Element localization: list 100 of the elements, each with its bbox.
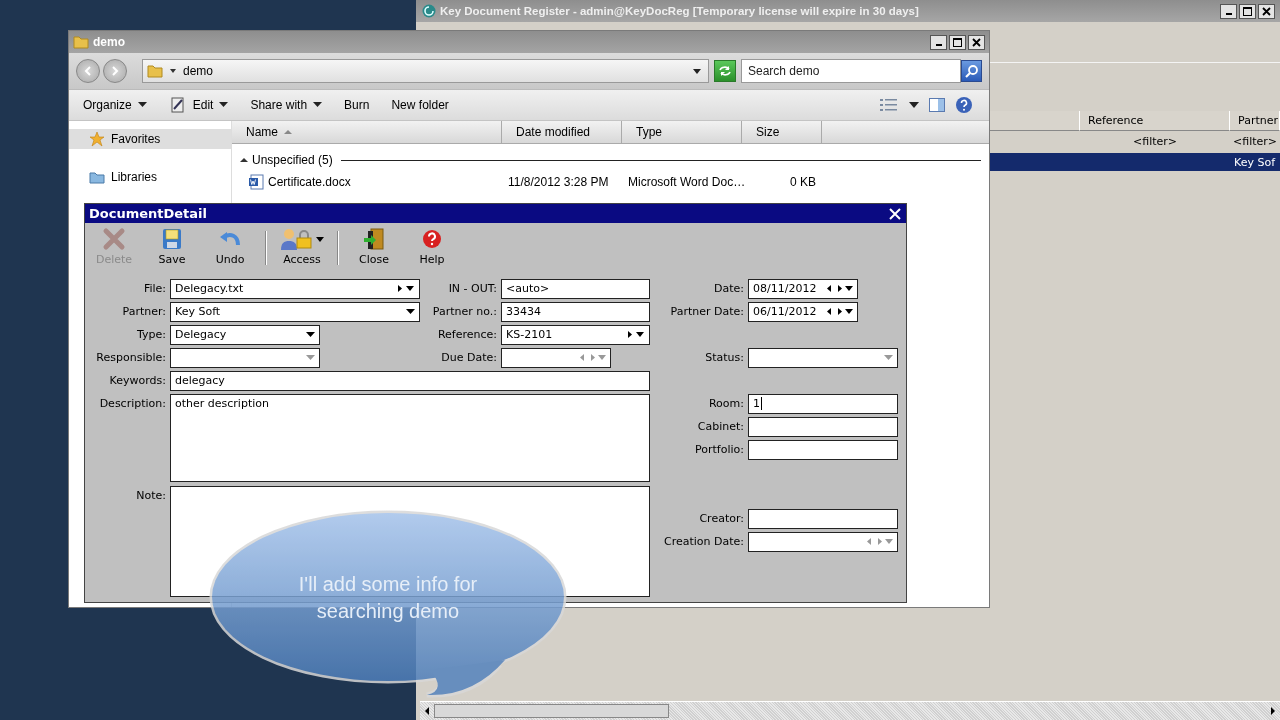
input-field[interactable] bbox=[748, 439, 898, 460]
input-field[interactable]: 33434 bbox=[501, 301, 650, 322]
date-arrows-icon[interactable] bbox=[826, 307, 853, 316]
access-button[interactable]: Access bbox=[273, 226, 331, 270]
column-header[interactable]: Date modified bbox=[502, 121, 622, 143]
preview-pane-icon[interactable] bbox=[929, 98, 945, 112]
date-field[interactable] bbox=[501, 347, 611, 368]
field-label: Partner no.: bbox=[432, 305, 498, 318]
undo-button[interactable]: Undo bbox=[201, 226, 259, 270]
save-button[interactable]: Save bbox=[143, 226, 201, 270]
close-button[interactable] bbox=[968, 34, 985, 50]
next-and-dropdown-arrows-icon[interactable] bbox=[397, 284, 415, 293]
column-header[interactable]: Name bbox=[232, 121, 502, 143]
nav-item[interactable]: Favorites bbox=[69, 129, 231, 149]
help-icon bbox=[421, 228, 443, 250]
caret-icon bbox=[137, 102, 147, 108]
minimize-icon bbox=[1225, 13, 1232, 15]
toolbar-button[interactable]: Share with bbox=[244, 96, 329, 114]
callout-text: I'll add some info for searching demo bbox=[297, 572, 479, 624]
caret-icon bbox=[316, 236, 324, 242]
field-label: Due Date: bbox=[441, 351, 498, 364]
help-button[interactable]: Help bbox=[403, 226, 461, 270]
folder-icon bbox=[73, 34, 89, 50]
refresh-button[interactable] bbox=[714, 60, 736, 82]
input-field[interactable]: 1 bbox=[748, 393, 898, 414]
filter-cell[interactable]: <filter> bbox=[1080, 131, 1230, 151]
field-label: File: bbox=[143, 282, 167, 295]
text-area[interactable]: other description bbox=[170, 394, 650, 482]
date-field[interactable]: 06/11/2012 bbox=[748, 301, 858, 322]
filter-cell[interactable]: <filter> bbox=[1230, 131, 1280, 151]
view-options-icon[interactable] bbox=[879, 98, 899, 112]
file-name[interactable]: Certificate.docx bbox=[268, 175, 351, 189]
minimize-icon bbox=[935, 44, 942, 46]
close-icon bbox=[1262, 6, 1271, 16]
field-label: Creator: bbox=[699, 512, 745, 525]
door-exit-icon bbox=[362, 227, 386, 251]
column-header[interactable]: Type bbox=[622, 121, 742, 143]
nav-item[interactable]: Libraries bbox=[69, 167, 231, 187]
caret-icon[interactable] bbox=[692, 67, 702, 75]
caret-icon[interactable] bbox=[909, 101, 919, 109]
date-field[interactable]: 08/11/2012 bbox=[748, 278, 858, 299]
field-label: Reference: bbox=[437, 328, 498, 341]
collapse-arrow-icon[interactable] bbox=[240, 157, 248, 163]
dropdown-field[interactable]: Delegacy bbox=[170, 324, 320, 345]
scroll-thumb[interactable] bbox=[434, 704, 669, 718]
forward-button[interactable] bbox=[103, 59, 127, 83]
table-cell: 11/8/2012 3:28 PM bbox=[508, 175, 609, 189]
maximize-button[interactable] bbox=[1239, 3, 1256, 19]
maximize-button[interactable] bbox=[949, 34, 966, 50]
horizontal-scrollbar[interactable] bbox=[420, 701, 1280, 720]
maximize-icon bbox=[953, 37, 962, 47]
date-field[interactable] bbox=[748, 531, 898, 552]
input-field[interactable] bbox=[748, 508, 898, 529]
minimize-button[interactable] bbox=[930, 34, 947, 50]
next-and-dropdown-arrows-icon[interactable] bbox=[627, 330, 645, 339]
field-label: Partner Date: bbox=[670, 305, 745, 318]
cross-icon bbox=[102, 227, 126, 251]
dropdown-field[interactable]: Key Soft bbox=[170, 301, 420, 322]
field-label: Room: bbox=[708, 397, 745, 410]
column-header[interactable]: Size bbox=[742, 121, 822, 143]
caret-icon[interactable] bbox=[169, 67, 177, 75]
star-icon bbox=[89, 131, 105, 147]
close-button[interactable]: Close bbox=[345, 226, 403, 270]
search-icon bbox=[964, 64, 979, 78]
input-field[interactable] bbox=[748, 416, 898, 437]
field-label: Creation Date: bbox=[663, 535, 745, 548]
toolbar-button[interactable]: New folder bbox=[385, 96, 455, 114]
dropdown-field[interactable] bbox=[748, 347, 898, 368]
back-button[interactable] bbox=[76, 59, 100, 83]
dropdown-field[interactable]: Delegacy.txt bbox=[170, 278, 420, 299]
dropdown-arrow-icon[interactable] bbox=[306, 330, 315, 339]
dropdown-field[interactable]: KS-2101 bbox=[501, 324, 650, 345]
toolbar-button[interactable]: Burn bbox=[338, 96, 376, 114]
window-title: demo bbox=[93, 35, 125, 49]
refresh-icon bbox=[718, 65, 732, 77]
dropdown-arrow-icon[interactable] bbox=[406, 307, 415, 316]
search-button[interactable] bbox=[961, 60, 982, 82]
address-bar[interactable]: demo bbox=[142, 59, 709, 83]
library-icon bbox=[89, 169, 105, 185]
window-title: Key Document Register - admin@KeyDocReg [Temporary license will expire in 30 days] bbox=[440, 5, 919, 17]
dropdown-field[interactable] bbox=[170, 347, 320, 368]
caret-icon bbox=[313, 102, 323, 108]
field-label: Portfolio: bbox=[695, 443, 745, 456]
column-header[interactable]: Reference bbox=[1080, 111, 1230, 131]
date-arrows-icon[interactable] bbox=[826, 284, 853, 293]
field-label: IN - OUT: bbox=[448, 282, 498, 295]
close-button[interactable] bbox=[1258, 3, 1275, 19]
group-header[interactable]: Unspecified (5) bbox=[252, 153, 333, 167]
minimize-button[interactable] bbox=[1220, 3, 1237, 19]
column-header[interactable]: Partner bbox=[1230, 111, 1280, 131]
toolbar-button[interactable]: Organize bbox=[77, 96, 153, 114]
edit-document-icon bbox=[168, 96, 187, 114]
toolbar-button[interactable]: Edit bbox=[162, 94, 235, 116]
search-field[interactable]: Search demo bbox=[741, 59, 961, 83]
input-field[interactable]: <auto> bbox=[501, 278, 650, 299]
help-icon[interactable] bbox=[955, 96, 973, 114]
table-row[interactable]: Key Sof bbox=[990, 153, 1280, 171]
close-icon[interactable] bbox=[888, 206, 902, 221]
input-field[interactable]: delegacy bbox=[170, 370, 650, 391]
field-label: Cabinet: bbox=[697, 420, 745, 433]
